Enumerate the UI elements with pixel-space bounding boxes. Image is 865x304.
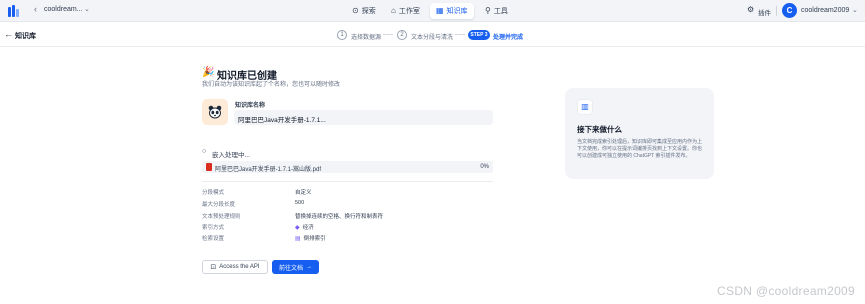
book-icon: ▥ — [577, 99, 593, 115]
kb-name-label: 知识库名称 — [235, 103, 266, 109]
plugin-link[interactable]: 插件 — [758, 7, 771, 17]
top-nav-bar: ‹ cooldream... ⌄ ⊙ 探索 ⌂ 工作室 ▦ 知识库 ⚲ 工具 ⚙… — [0, 0, 865, 22]
step-2-number: 2 — [397, 30, 407, 40]
info-value-max-length: 500 — [295, 200, 305, 206]
terminal-icon: ⊡ — [210, 264, 217, 271]
knowledge-icon: ▦ — [436, 6, 444, 15]
step-connector — [455, 34, 465, 35]
section-divider — [202, 181, 493, 182]
back-arrow-icon[interactable]: ← — [4, 29, 13, 39]
nav-studio[interactable]: ⌂ 工作室 — [385, 3, 426, 19]
user-name[interactable]: cooldream2009 — [801, 7, 849, 14]
loading-icon: ○ — [202, 148, 207, 155]
chevron-left-icon[interactable]: ‹ — [34, 4, 37, 14]
kb-name-input[interactable]: 阿里巴巴Java开发手册-1.7.1... — [234, 110, 493, 125]
step-1-label: 选择数据源 — [351, 35, 382, 41]
file-progress-row: 阿里巴巴Java开发手册-1.7.1-嵩山版.pdf 0% — [202, 161, 493, 173]
chevron-down-icon[interactable]: ⌄ — [852, 6, 858, 14]
access-api-button[interactable]: ⊡ Access the API — [202, 260, 268, 274]
compass-icon: ⊙ — [352, 6, 359, 15]
next-steps-description: 当文档完成索引处理后，知识库即可集成至应用内作为上下文使用，你可以在提示词编排页… — [577, 139, 703, 159]
divider — [776, 6, 777, 16]
nav-knowledge[interactable]: ▦ 知识库 — [430, 3, 474, 19]
step-1-number: 1 — [337, 30, 347, 40]
access-api-label: Access the API — [219, 264, 260, 270]
info-value-retrieval: ▤ 倒排索引 — [295, 235, 326, 243]
embedding-status: 嵌入处理中... — [212, 152, 250, 159]
nav-knowledge-label: 知识库 — [446, 8, 468, 15]
watermark: CSDN @cooldream2009 — [717, 284, 855, 298]
next-steps-card: ▥ 接下来做什么 当文档完成索引处理后，知识库即可集成至应用内作为上下文使用，你… — [565, 88, 714, 179]
economy-icon: ◆ — [295, 224, 300, 231]
page-title[interactable]: 知识库 — [15, 31, 36, 41]
step-connector — [383, 34, 393, 35]
info-value-segment-mode: 自定义 — [295, 190, 312, 196]
step-2-label: 文本分段与清洗 — [411, 35, 454, 41]
nav-tools[interactable]: ⚲ 工具 — [479, 3, 514, 19]
info-key-retrieval: 检索设置 — [202, 236, 225, 242]
info-key-index-mode: 索引方式 — [202, 225, 225, 231]
app-logo[interactable] — [8, 5, 20, 17]
nav-tools-label: 工具 — [493, 8, 508, 15]
knowledge-avatar-icon[interactable] — [202, 99, 228, 125]
progress-percent: 0% — [480, 164, 489, 170]
go-to-document-label: 前往文档 — [278, 265, 303, 272]
arrow-right-icon: → — [306, 264, 312, 270]
info-key-max-length: 最大分段长度 — [202, 202, 236, 208]
info-key-preprocess: 文本预处理规则 — [202, 214, 241, 220]
file-name: 阿里巴巴Java开发手册-1.7.1-嵩山版.pdf — [215, 167, 322, 173]
info-key-segment-mode: 分段模式 — [202, 190, 225, 196]
inverted-index-icon: ▤ — [295, 235, 301, 242]
go-to-document-button[interactable]: 前往文档 → — [272, 260, 319, 274]
pdf-file-icon — [206, 163, 212, 171]
nav-explore[interactable]: ⊙ 探索 — [346, 3, 382, 19]
tool-icon: ⚲ — [485, 6, 491, 15]
step-3-label: 处理并完成 — [493, 35, 524, 41]
info-value-preprocess: 替换掉连续的空格、换行符和制表符 — [295, 214, 384, 220]
workspace-name[interactable]: cooldream... — [44, 6, 83, 13]
steps-header: ← 知识库 1 选择数据源 2 文本分段与清洗 STEP 3 处理并完成 — [0, 22, 865, 47]
chevron-down-icon[interactable]: ⌄ — [84, 5, 90, 13]
nav-studio-label: 工作室 — [398, 8, 420, 15]
created-subtitle: 我们自动为该知识库起了个名称，您也可以随时修改 — [202, 82, 341, 88]
info-value-index-mode: ◆ 经济 — [295, 224, 314, 232]
nav-explore-label: 探索 — [361, 8, 376, 15]
studio-icon: ⌂ — [391, 6, 396, 15]
party-popper-icon: 🎉 — [202, 67, 215, 78]
avatar[interactable]: C — [782, 3, 797, 18]
plugin-icon[interactable]: ⚙ — [747, 5, 754, 14]
step-3-badge: STEP 3 — [468, 30, 490, 40]
next-steps-title: 接下来做什么 — [577, 125, 622, 134]
